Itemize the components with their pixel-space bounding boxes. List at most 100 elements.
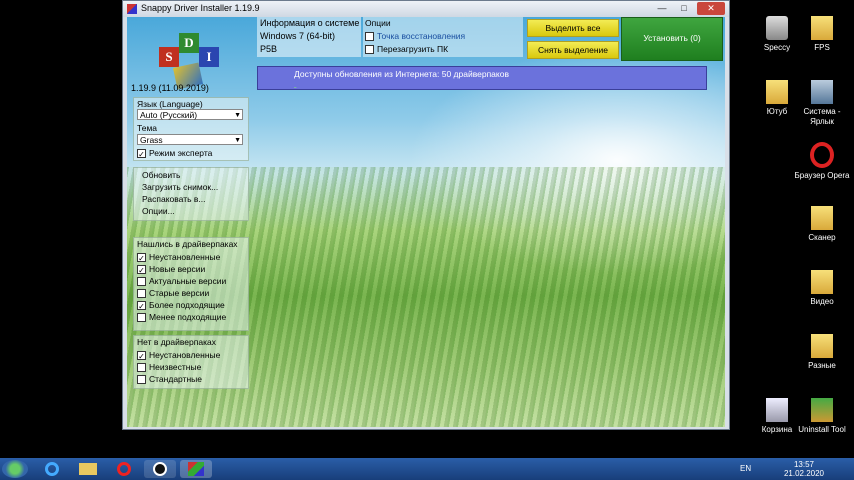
minimize-button[interactable]: — [651, 2, 673, 15]
desktop-icon-fps[interactable]: FPS [792, 16, 852, 53]
title-bar[interactable]: Snappy Driver Installer 1.19.9 — □ ✕ [123, 1, 729, 17]
found-filters-title: Нашлись в драйверпаках [137, 239, 238, 249]
updates-available-bar[interactable]: Доступны обновления из Интернета: 50 дра… [257, 66, 707, 90]
deselect-button[interactable]: Снять выделение [527, 41, 619, 59]
checkbox-icon: ✓ [137, 265, 146, 276]
desktop-icon-uninstall-tool[interactable]: Uninstall Tool [792, 398, 852, 435]
updates-available-text: Доступны обновления из Интернета: 50 дра… [294, 69, 509, 79]
select-all-button[interactable]: Выделить все [527, 19, 619, 37]
desktop-icon-label: Speccy [763, 43, 791, 52]
filter-label: Неизвестные [149, 362, 202, 372]
restore-point-label: Точка восстановления [377, 31, 466, 41]
checkbox-icon [137, 289, 146, 299]
notfound-filters-title: Нет в драйверпаках [137, 337, 216, 347]
filter-better-match[interactable]: ✓ Более подходящие [137, 300, 225, 311]
system-info-panel[interactable]: Информация о системе Windows 7 (64-bit) … [257, 17, 361, 57]
filter-current-versions[interactable]: Актуальные версии [137, 276, 226, 287]
language-indicator[interactable]: EN [740, 464, 751, 473]
sysinfo-machine: P5B [260, 44, 278, 54]
close-button[interactable]: ✕ [697, 2, 725, 15]
taskbar-sdi[interactable] [180, 460, 212, 478]
filter-nf-unknown[interactable]: Неизвестные [137, 362, 201, 373]
theme-select[interactable]: Grass ▼ [137, 134, 243, 145]
app-client-area: S D I 1.19.9 (11.09.2019) Язык (Language… [127, 17, 725, 427]
desktop-icon-system[interactable]: Система - Ярлык [792, 80, 852, 127]
restore-point-checkbox[interactable]: Точка восстановления [365, 31, 465, 42]
opera-icon [117, 462, 131, 476]
uninstall-tool-icon [811, 398, 833, 422]
taskbar-ie[interactable] [36, 460, 68, 478]
filter-not-installed[interactable]: ✓ Неустановленные [137, 252, 220, 263]
install-button[interactable]: Установить (0) [621, 17, 723, 61]
desktop-icon-label: FPS [814, 43, 830, 52]
clock-time: 13:57 [793, 460, 814, 469]
checkbox-icon [137, 375, 146, 385]
reboot-label: Перезагрузить ПК [377, 44, 449, 54]
checkbox-icon: ✓ [137, 253, 146, 264]
checkbox-icon: ✓ [137, 351, 146, 362]
menu-item-load-snapshot[interactable]: Загрузить снимок... [142, 182, 218, 192]
options-panel: Опции Точка восстановления Перезагрузить… [363, 17, 523, 57]
speccy-icon [766, 16, 788, 40]
notfound-filters-panel: Нет в драйверпаках ✓ Неустановленные Неиз… [133, 335, 249, 389]
folder-icon [811, 334, 833, 358]
checkbox-icon [365, 45, 374, 55]
desktop-icon-label: Видео [810, 297, 834, 306]
checkbox-icon: ✓ [137, 149, 146, 160]
filter-label: Неустановленные [149, 252, 221, 262]
taskbar-explorer[interactable] [72, 460, 104, 478]
desktop-icon-label: Разные [808, 361, 836, 370]
desktop-icon-video[interactable]: Видео [792, 270, 852, 307]
desktop-icon-label: Корзина [761, 425, 793, 434]
window-title: Snappy Driver Installer 1.19.9 [141, 3, 260, 13]
folder-icon [79, 463, 97, 475]
reboot-checkbox[interactable]: Перезагрузить ПК [365, 44, 448, 55]
desktop-icon-misc[interactable]: Разные [792, 334, 852, 371]
desktop-icon-scanner[interactable]: Сканер [792, 206, 852, 243]
menu-item-extract-to[interactable]: Распаковать в... [142, 194, 205, 204]
taskbar-opera[interactable] [108, 460, 140, 478]
logo-letter-s: S [159, 47, 179, 67]
checkbox-icon [137, 363, 146, 373]
menu-item-options[interactable]: Опции... [142, 206, 175, 216]
maximize-button[interactable]: □ [673, 2, 695, 15]
desktop-icon-label: Uninstall Tool [798, 425, 846, 434]
filter-label: Менее подходящие [149, 312, 227, 322]
clock[interactable]: 13:57 21.02.2020 [784, 460, 824, 478]
desktop-icon-opera[interactable]: Браузер Opera [792, 142, 852, 181]
desktop-icon-label: Ютуб [766, 107, 788, 116]
opera-icon [810, 142, 834, 168]
language-value: Auto (Русский) [140, 110, 198, 120]
folder-icon [766, 80, 788, 104]
desktop: Snappy Driver Installer 1.19.9 — □ ✕ S D… [0, 0, 854, 458]
theme-label: Тема [137, 123, 158, 133]
filter-nf-not-installed[interactable]: ✓ Неустановленные [137, 350, 220, 361]
filter-label: Старые версии [149, 288, 210, 298]
filter-worse-match[interactable]: Менее подходящие [137, 312, 226, 323]
folder-icon [811, 16, 833, 40]
start-button[interactable] [2, 460, 28, 478]
checkbox-icon [137, 313, 146, 323]
options-title: Опции [365, 18, 391, 28]
desktop-icon-label: Система - Ярлык [803, 107, 841, 126]
expert-mode-checkbox[interactable]: ✓ Режим эксперта [137, 148, 212, 159]
app-icon [127, 4, 137, 14]
sysinfo-os: Windows 7 (64-bit) [260, 31, 336, 41]
checkbox-icon: ✓ [137, 301, 146, 312]
filter-label: Новые версии [149, 264, 206, 274]
language-select[interactable]: Auto (Русский) ▼ [137, 109, 243, 120]
app-version: 1.19.9 (11.09.2019) [131, 83, 209, 93]
found-filters-panel: Нашлись в драйверпаках ✓ Неустановленные … [133, 237, 249, 331]
logo-letter-i: I [199, 47, 219, 67]
updates-link[interactable] [294, 78, 296, 88]
chevron-down-icon: ▼ [234, 137, 241, 144]
menu-item-refresh[interactable]: Обновить [142, 170, 181, 180]
filter-new-versions[interactable]: ✓ Новые версии [137, 264, 205, 275]
filter-label: Актуальные версии [149, 276, 227, 286]
filter-label: Стандартные [149, 374, 203, 384]
filter-nf-standard[interactable]: Стандартные [137, 374, 202, 385]
taskbar-recorder[interactable] [144, 460, 176, 478]
settings-panel: Язык (Language) Auto (Русский) ▼ Тема Gr… [133, 97, 249, 161]
filter-old-versions[interactable]: Старые версии [137, 288, 209, 299]
filter-label: Неустановленные [149, 350, 221, 360]
